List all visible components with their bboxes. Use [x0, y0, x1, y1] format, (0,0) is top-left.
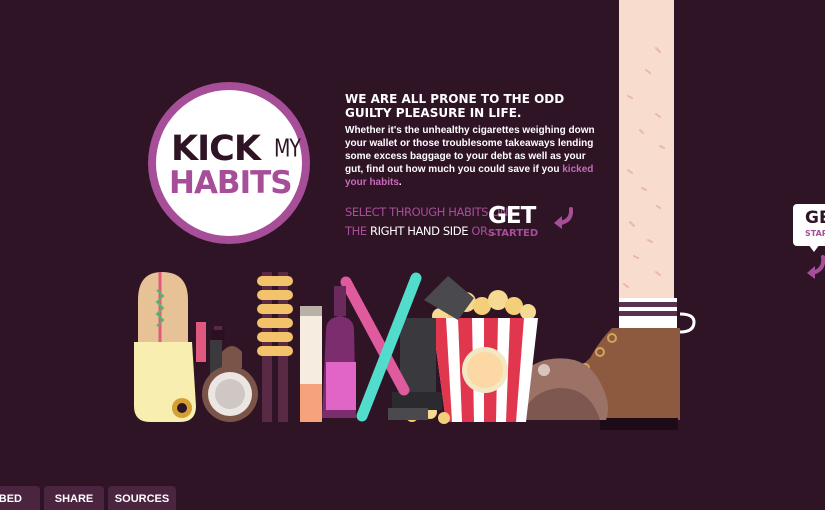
tab-subscribed[interactable]: SUBSCRIBED	[0, 486, 40, 510]
logo-inner: KICK MY HABITS	[156, 90, 302, 236]
intro-body-end: .	[398, 177, 402, 189]
makeup-illustration[interactable]	[196, 322, 258, 422]
intro-body: Whether it's the unhealthy cigarettes we…	[345, 124, 605, 189]
tab-subscribed-label: SUBSCRIBED	[0, 493, 22, 505]
select-right-hand-side-text: RIGHT HAND SIDE	[370, 224, 469, 238]
logo-habits-text: HABITS	[169, 165, 293, 201]
get-started-button[interactable]: GET STARTED	[488, 204, 544, 239]
side-badge-started-text: STARTED	[805, 229, 825, 238]
get-started-started-text: STARTED	[488, 228, 539, 239]
churros-illustration[interactable]	[257, 272, 293, 422]
select-the-text: THE	[345, 224, 370, 238]
bottle-illustration[interactable]	[322, 286, 356, 418]
sandwich-illustration[interactable]	[134, 272, 196, 422]
page: KICK MY HABITS WE ARE ALL PRONE TO THE O…	[0, 0, 825, 510]
logo-my-text: MY	[274, 134, 301, 164]
intro-body-text: Whether it's the unhealthy cigarettes we…	[345, 125, 595, 176]
leg-sock-illustration[interactable]	[619, 0, 677, 328]
side-get-started-badge[interactable]: GET STARTED	[793, 204, 825, 246]
tab-share[interactable]: SHARE	[44, 486, 104, 510]
select-instruction-line-1: SELECT THROUGH HABITS ON	[345, 205, 509, 219]
logo-kick-text: KICK	[171, 129, 261, 169]
curved-arrow-icon[interactable]	[550, 205, 576, 231]
side-curved-arrow-icon[interactable]	[805, 255, 825, 281]
get-started-get-text: GET	[488, 203, 536, 229]
cigarette-illustration[interactable]	[300, 306, 322, 422]
side-badge-get-text: GET	[805, 208, 825, 228]
intro-heading: WE ARE ALL PRONE TO THE ODD GUILTY PLEAS…	[345, 92, 565, 120]
logo[interactable]: KICK MY HABITS	[148, 82, 310, 244]
side-badge-tail	[808, 244, 820, 252]
tab-sources[interactable]: SOURCES	[108, 486, 176, 510]
habits-illustration	[134, 0, 696, 430]
select-instruction-line-2: THE RIGHT HAND SIDE OR...	[345, 224, 497, 238]
